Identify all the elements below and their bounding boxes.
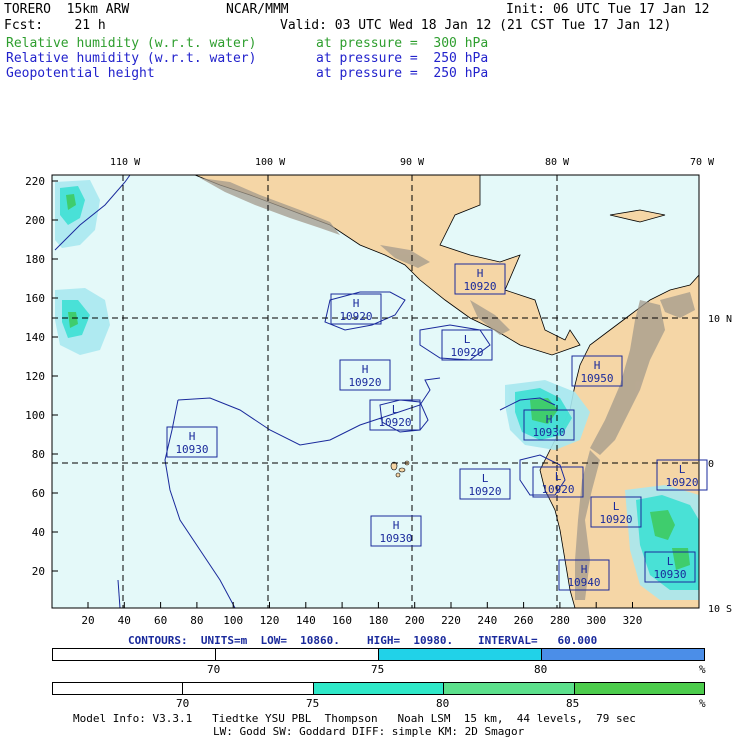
init-time: Init: 06 UTC Tue 17 Jan 12 bbox=[506, 2, 710, 17]
center-type: L bbox=[667, 555, 674, 568]
center-value: 10920 bbox=[541, 483, 574, 496]
model-name: TORERO 15km ARW bbox=[4, 2, 130, 17]
center-value: 10920 bbox=[468, 485, 501, 498]
center-value: 10930 bbox=[653, 568, 686, 581]
field3-name: Geopotential height bbox=[6, 66, 155, 81]
x-tick-label: 80 bbox=[190, 614, 203, 627]
colorbar1-tick: 75 bbox=[371, 663, 385, 676]
weather-map-page: { "header": { "model": "TORERO 15km ARW"… bbox=[0, 0, 740, 740]
x-tick-label: 160 bbox=[332, 614, 352, 627]
center-value: 10950 bbox=[580, 372, 613, 385]
y-tick-label: 200 bbox=[25, 214, 45, 227]
center-type: L bbox=[555, 470, 562, 483]
center-type: H bbox=[393, 519, 400, 532]
colorbar2-tick: 75 bbox=[306, 697, 320, 710]
center-type: H bbox=[362, 363, 369, 376]
lon-label: 110 W bbox=[110, 157, 141, 168]
x-tick-label: 260 bbox=[514, 614, 534, 627]
colorbar2-tick: 85 bbox=[566, 697, 580, 710]
field1-level: at pressure = 300 hPa bbox=[316, 36, 489, 51]
center-type: L bbox=[613, 500, 620, 513]
y-tick-label: 60 bbox=[32, 487, 45, 500]
y-tick-label: 80 bbox=[32, 448, 45, 461]
x-tick-label: 20 bbox=[81, 614, 94, 627]
x-tick-label: 220 bbox=[441, 614, 461, 627]
center-type: L bbox=[482, 472, 489, 485]
contours-units: CONTOURS: UNITS=m LOW= 10860. bbox=[128, 634, 340, 647]
field1-name: Relative humidity (w.r.t. water) bbox=[6, 36, 257, 51]
center-value: 10920 bbox=[599, 513, 632, 526]
center-type: L bbox=[679, 463, 686, 476]
center-value: 10920 bbox=[450, 346, 483, 359]
lon-label: 90 W bbox=[400, 157, 425, 168]
colorbar1-tick: 80 bbox=[534, 663, 548, 676]
colorbar1-tick: 70 bbox=[207, 663, 221, 676]
lon-label: 80 W bbox=[545, 157, 570, 168]
center-value: 10930 bbox=[532, 426, 565, 439]
colorbar-300hpa bbox=[52, 682, 705, 695]
y-tick-label: 180 bbox=[25, 253, 45, 266]
y-tick-label: 20 bbox=[32, 565, 45, 578]
forecast-hour: Fcst: 21 h bbox=[4, 18, 106, 33]
x-tick-label: 280 bbox=[550, 614, 570, 627]
x-tick-label: 320 bbox=[623, 614, 643, 627]
x-tick-label: 40 bbox=[118, 614, 131, 627]
x-tick-label: 100 bbox=[223, 614, 243, 627]
center-value: 10920 bbox=[378, 416, 411, 429]
colorbar2-tick: 70 bbox=[176, 697, 190, 710]
model-physics: LW: Godd SW: Goddard DIFF: simple KM: 2D… bbox=[213, 725, 525, 738]
center-value: 10940 bbox=[567, 576, 600, 589]
field3-level: at pressure = 250 hPa bbox=[316, 66, 489, 81]
x-tick-label: 200 bbox=[405, 614, 425, 627]
lon-label: 100 W bbox=[255, 157, 286, 168]
x-tick-label: 300 bbox=[586, 614, 606, 627]
center-value: 10920 bbox=[339, 310, 372, 323]
valid-time: Valid: 03 UTC Wed 18 Jan 12 (21 CST Tue … bbox=[280, 18, 672, 33]
center-type: L bbox=[464, 333, 471, 346]
contours-high: HIGH= 10980. bbox=[367, 634, 454, 647]
center-value: 10930 bbox=[175, 443, 208, 456]
field2-name: Relative humidity (w.r.t. water) bbox=[6, 51, 257, 66]
lat-label: 10 N bbox=[708, 314, 732, 325]
x-tick-label: 180 bbox=[368, 614, 388, 627]
lat-label: 0 bbox=[708, 459, 714, 470]
contours-interval: INTERVAL= 60.000 bbox=[478, 634, 598, 647]
lat-label: 10 S bbox=[708, 604, 732, 615]
x-tick-label: 120 bbox=[260, 614, 280, 627]
field2-level: at pressure = 250 hPa bbox=[316, 51, 489, 66]
lon-label: 70 W bbox=[690, 157, 715, 168]
x-tick-label: 240 bbox=[477, 614, 497, 627]
y-tick-label: 160 bbox=[25, 292, 45, 305]
colorbar1-unit: % bbox=[699, 663, 706, 676]
center-type: H bbox=[581, 563, 588, 576]
center-value: 10920 bbox=[463, 280, 496, 293]
y-tick-label: 220 bbox=[25, 175, 45, 188]
center-type: L bbox=[392, 403, 399, 416]
center-value: 10920 bbox=[665, 476, 698, 489]
y-tick-label: 120 bbox=[25, 370, 45, 383]
center-type: H bbox=[594, 359, 601, 372]
x-tick-label: 60 bbox=[154, 614, 167, 627]
center-value: 10930 bbox=[379, 532, 412, 545]
colorbar2-tick: 80 bbox=[436, 697, 450, 710]
colorbar2-unit: % bbox=[699, 697, 706, 710]
center-type: H bbox=[546, 413, 553, 426]
model-info: Model Info: V3.3.1 Tiedtke YSU PBL Thomp… bbox=[73, 712, 636, 725]
y-tick-label: 100 bbox=[25, 409, 45, 422]
center-type: H bbox=[477, 267, 484, 280]
center-type: H bbox=[353, 297, 360, 310]
center-value: 10920 bbox=[348, 376, 381, 389]
colorbar-250hpa bbox=[52, 648, 705, 661]
center-type: H bbox=[189, 430, 196, 443]
y-tick-label: 140 bbox=[25, 331, 45, 344]
organization: NCAR/MMM bbox=[226, 2, 289, 17]
weather-map: 110 W 100 W 90 W 80 W 70 W 10 N 0 10 S 2… bbox=[25, 157, 732, 627]
x-tick-label: 140 bbox=[296, 614, 316, 627]
y-tick-label: 40 bbox=[32, 526, 45, 539]
